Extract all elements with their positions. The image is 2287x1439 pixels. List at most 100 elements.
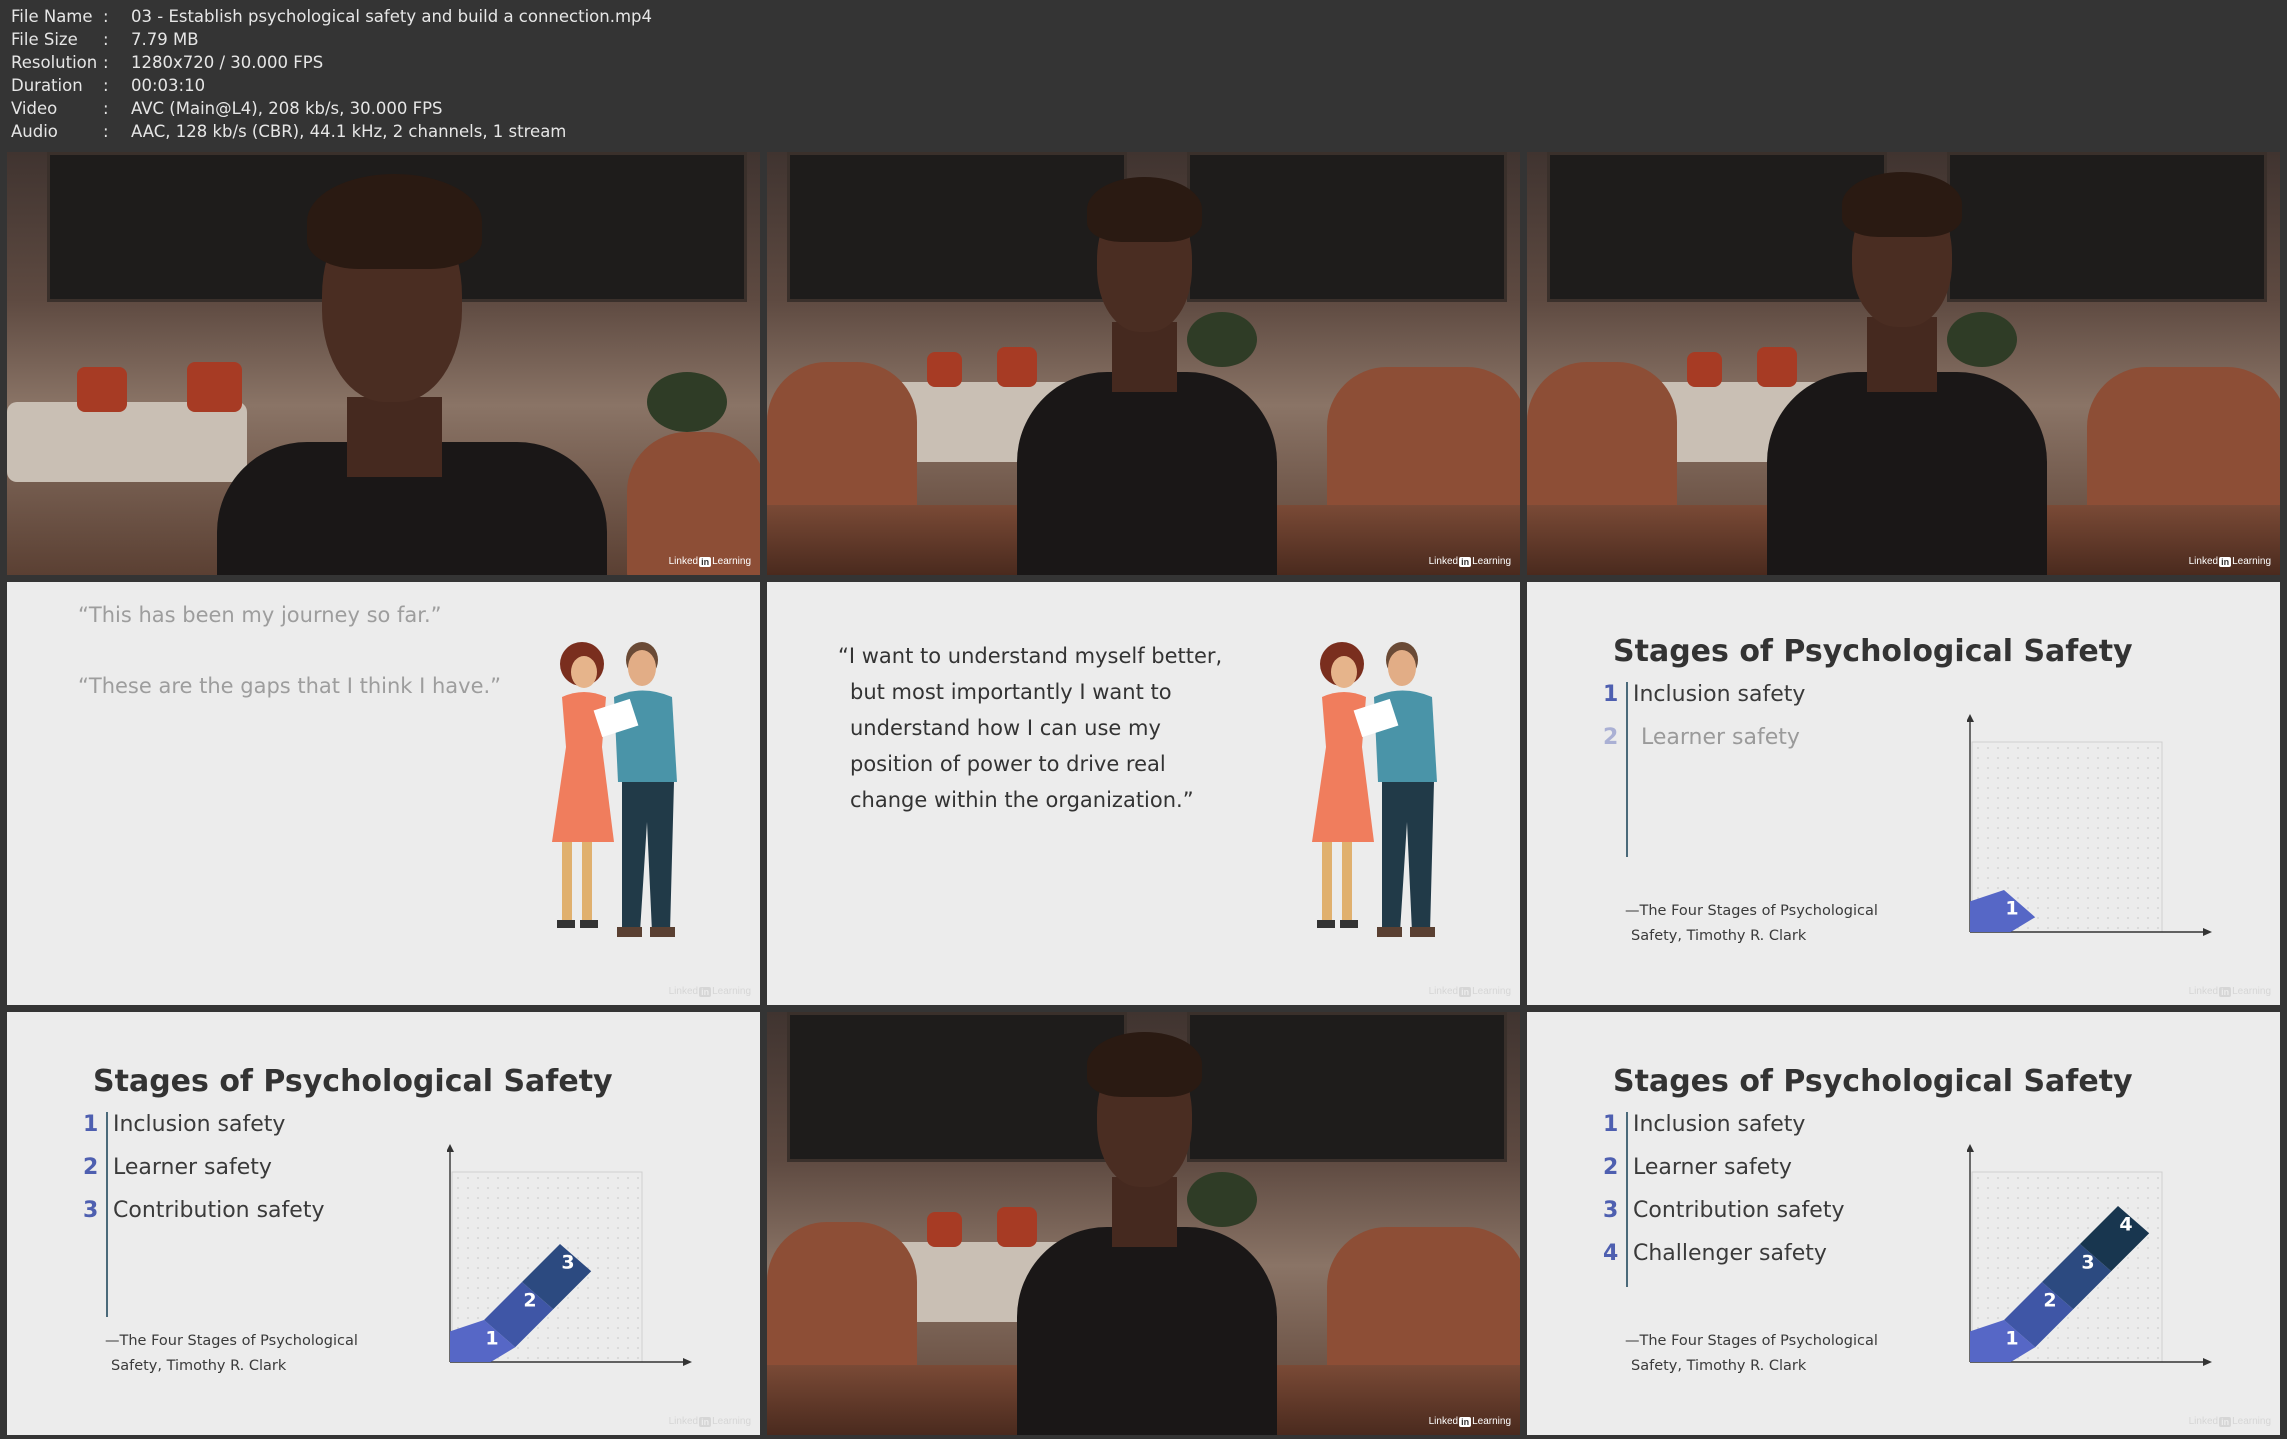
meta-key: File Name — [11, 7, 93, 26]
presenter-neck — [1112, 1177, 1177, 1247]
quote-line: “I want to understand myself better, — [838, 644, 1223, 668]
meta-key: Duration — [11, 76, 83, 95]
background-window — [787, 152, 1127, 302]
quote-line: but most importantly I want to — [850, 680, 1172, 704]
thumbnail-slide-stages-4: Stages of Psychological Safety 1 Inclusio… — [1527, 1012, 2280, 1435]
meta-key: Audio — [11, 122, 58, 141]
background-window — [1547, 152, 1887, 302]
presenter-body — [1767, 372, 2047, 575]
linkedin-learning-logo: Linked in Learning — [1428, 986, 1511, 997]
stage-step-label: 1 — [2005, 898, 2018, 920]
meta-row-filesize: File Size:7.79 MB — [11, 30, 199, 49]
stage-step-label: 4 — [2119, 1214, 2132, 1236]
stage-item: 2 Learner safety — [1603, 1155, 1792, 1180]
slide-title: Stages of Psychological Safety — [1613, 1064, 2133, 1099]
quote-line: position of power to drive real — [850, 752, 1166, 776]
couple-illustration — [552, 642, 677, 937]
thumbnail-slide-stages-3: Stages of Psychological Safety 1 Inclusio… — [7, 1012, 760, 1435]
stage-item: 1 Inclusion safety — [1603, 1112, 1806, 1137]
stage-item: 1 Inclusion safety — [83, 1112, 286, 1137]
presenter-hair — [307, 174, 482, 269]
stage-item: 2 Learner safety — [83, 1155, 272, 1180]
stage-item: 2 Learner safety — [1603, 725, 1800, 750]
background-window — [787, 1012, 1127, 1162]
citation: —The Four Stages of Psychological Safety,… — [1625, 1333, 1878, 1374]
meta-value: AAC, 128 kb/s (CBR), 44.1 kHz, 2 channel… — [131, 122, 567, 141]
background-plant — [647, 372, 727, 432]
quote-power: “I want to understand myself better, but… — [838, 638, 1222, 818]
quote-journey: “This has been my journey so far.” — [78, 603, 442, 627]
meta-row-duration: Duration:00:03:10 — [11, 76, 206, 95]
presenter-neck — [347, 397, 442, 477]
presenter-body — [1017, 1227, 1277, 1435]
background-pillow — [997, 1207, 1037, 1247]
stage-item: 1 Inclusion safety — [1603, 682, 1806, 707]
presenter-body — [1017, 372, 1277, 575]
background-plant — [1187, 312, 1257, 367]
background-plant — [1187, 1172, 1257, 1227]
presenter-hair — [1087, 177, 1202, 242]
stage-step-label: 3 — [561, 1252, 574, 1274]
thumbnail-slide-quote-power: “I want to understand myself better, but… — [767, 582, 1520, 1005]
chart-y-arrow — [1967, 714, 1974, 722]
background-pillow — [1757, 347, 1797, 387]
meta-value: AVC (Main@L4), 208 kb/s, 30.000 FPS — [131, 99, 443, 118]
stage-item: 4 Challenger safety — [1603, 1241, 1827, 1266]
thumbnail-video-1: Linked in Learning — [7, 152, 760, 575]
chart-x-arrow — [2203, 1358, 2212, 1366]
meta-row-video: Video: AVC (Main@L4), 208 kb/s, 30.000 FP… — [11, 99, 443, 118]
background-pillow — [1687, 352, 1722, 387]
stages-chart: 1234 — [1967, 1144, 2212, 1366]
linkedin-learning-logo: Linked in Learning — [1428, 556, 1511, 567]
thumbnail-video-2: Linked in Learning — [767, 152, 1520, 575]
background-sofa — [7, 402, 247, 482]
background-pillow — [927, 1212, 962, 1247]
thumbnail-slide-quotes: “This has been my journey so far.” “Thes… — [7, 582, 760, 1005]
linkedin-learning-logo: Linked in Learning — [1428, 1416, 1511, 1427]
quote-gaps: “These are the gaps that I think I have.… — [78, 674, 502, 698]
chart-x-arrow — [683, 1358, 692, 1366]
slide-title: Stages of Psychological Safety — [93, 1064, 613, 1099]
thumbnail-video-4: Linked in Learning — [767, 1012, 1520, 1435]
slide-title: Stages of Psychological Safety — [1613, 634, 2133, 669]
meta-value: 00:03:10 — [131, 76, 206, 95]
thumbnail-slide-stages-1: Stages of Psychological Safety 1 Inclusio… — [1527, 582, 2280, 1005]
stages-list: 1 Inclusion safety 2 Learner safety 3 Contr… — [83, 1112, 324, 1241]
citation: —The Four Stages of Psychological Safety,… — [1625, 903, 1878, 944]
linkedin-learning-logo: Linked in Learning — [2188, 986, 2271, 997]
stage-item: 3 Contribution safety — [1603, 1198, 1845, 1223]
meta-key: Video — [11, 99, 58, 118]
background-pillow — [997, 347, 1037, 387]
stages-chart: 123 — [447, 1144, 692, 1366]
background-window — [1187, 1012, 1507, 1162]
meta-value: 03 - Establish psychological safety and … — [131, 7, 652, 26]
background-chair — [627, 432, 760, 575]
linkedin-learning-logo: Linked in Learning — [2188, 556, 2271, 567]
thumbnail-video-3: Linked in Learning — [1527, 152, 2280, 575]
linkedin-learning-logo: Linked in Learning — [2188, 1416, 2271, 1427]
stages-list: 1 Inclusion safety 2 Learner safety — [1603, 682, 1805, 768]
presenter-hair — [1087, 1032, 1202, 1097]
linkedin-learning-logo: Linked in Learning — [668, 556, 751, 567]
meta-value: 1280x720 / 30.000 FPS — [131, 53, 324, 72]
background-window — [1947, 152, 2267, 302]
chart-y-arrow — [1967, 1144, 1974, 1152]
chart-x-arrow — [2203, 928, 2212, 936]
presenter-neck — [1112, 322, 1177, 392]
meta-key: Resolution — [11, 53, 98, 72]
meta-row-resolution: Resolution:1280x720 / 30.000 FPS — [11, 53, 324, 72]
meta-key: File Size — [11, 30, 78, 49]
stages-list: 1 Inclusion safety 2 Learner safety 3 Contr… — [1603, 1112, 1844, 1284]
background-window — [1187, 152, 1507, 302]
meta-value: 7.79 MB — [131, 30, 199, 49]
meta-row-audio: Audio: AAC, 128 kb/s (CBR), 44.1 kHz, 2 c… — [11, 122, 567, 141]
linkedin-learning-logo: Linked in Learning — [668, 986, 751, 997]
meta-row-filename: File Name:03 - Establish psychological s… — [11, 7, 652, 26]
linkedin-learning-logo: Linked in Learning — [668, 1416, 751, 1427]
background-pillow — [77, 367, 127, 412]
background-plant — [1947, 312, 2017, 367]
stages-chart: 1 — [1967, 714, 2212, 936]
quote-line: change within the organization.” — [850, 788, 1194, 812]
stage-item: 3 Contribution safety — [83, 1198, 325, 1223]
file-metadata: File Name:03 - Establish psychological s… — [11, 5, 652, 143]
